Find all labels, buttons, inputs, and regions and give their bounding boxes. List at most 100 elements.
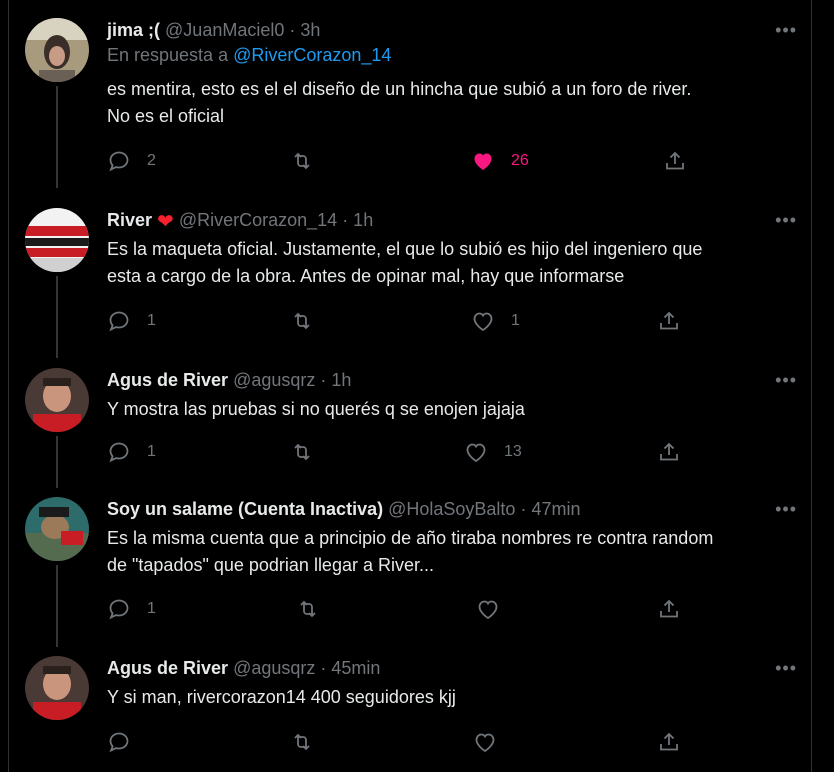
thread-line [56,565,58,647]
tweet-text: Y si man, rivercorazon14 400 seguidores … [107,684,787,711]
timestamp[interactable]: · 1h [342,210,373,230]
like-button[interactable]: 1 [471,309,520,333]
tweet-header: Agus de River @agusqrz · 45min [107,656,380,680]
tweet-header: River ❤ @RiverCorazon_14 · 1h [107,208,373,233]
share-button[interactable] [663,149,687,173]
more-dots-icon[interactable]: ••• [775,499,797,520]
like-button[interactable]: 13 [464,440,522,464]
reply-icon [109,151,129,172]
like-button[interactable] [473,730,513,754]
tweet-actions: 1 [107,597,687,621]
share-button[interactable] [657,597,681,621]
tweet-text: Y mostra las pruebas si no querés q se e… [107,396,787,423]
heart-emoji-icon: ❤ [157,211,174,233]
share-button[interactable] [657,440,681,464]
thread-line [56,86,58,188]
thread-line [56,276,58,358]
timestamp[interactable]: · 3h [289,20,320,40]
tweet-text-line: es mentira, esto es el el diseño de un h… [107,79,692,99]
display-name[interactable]: Soy un salame (Cuenta Inactiva) [107,499,383,519]
avatar[interactable] [25,18,89,82]
heart-icon [478,600,498,620]
tweet-text-line: Es la misma cuenta que a principio de añ… [107,528,714,548]
avatar[interactable] [25,656,89,720]
tweet[interactable]: jima ;( @JuanMaciel0 · 3h ••• En respues… [9,18,811,188]
share-icon [660,599,678,618]
username[interactable]: @HolaSoyBalto [388,499,515,519]
retweet-button[interactable] [290,309,330,333]
more-dots-icon[interactable]: ••• [775,20,797,41]
like-count: 13 [504,443,522,460]
tweet-actions [107,730,687,754]
share-icon [660,442,678,461]
share-icon [660,732,678,751]
retweet-button[interactable] [296,597,336,621]
reply-button[interactable] [107,730,147,754]
retweet-button[interactable] [290,440,330,464]
share-icon [666,151,684,170]
tweet-header: jima ;( @JuanMaciel0 · 3h [107,18,320,42]
tweet-actions: 2 26 [107,149,687,173]
reply-button[interactable]: 1 [107,597,156,621]
username[interactable]: @agusqrz [233,658,315,678]
tweet-actions: 1 1 [107,309,687,333]
like-button[interactable] [476,597,516,621]
more-dots-icon[interactable]: ••• [775,370,797,391]
avatar[interactable] [25,368,89,432]
heart-icon [474,153,492,170]
tweet-text-line: Y si man, rivercorazon14 400 seguidores … [107,687,456,707]
tweet-text-line: Y mostra las pruebas si no querés q se e… [107,399,525,419]
retweet-button[interactable] [290,730,330,754]
reply-icon [109,311,129,332]
tweet-text-line: de "tapados" que podrian llegar a River.… [107,555,434,575]
username[interactable]: @JuanMaciel0 [165,20,284,40]
reply-button[interactable]: 1 [107,309,156,333]
more-dots-icon[interactable]: ••• [775,210,797,231]
display-name[interactable]: jima ;( [107,20,160,40]
reply-button[interactable]: 2 [107,149,156,173]
like-count: 26 [511,152,529,169]
tweet[interactable]: River ❤ @RiverCorazon_14 · 1h ••• Es la … [9,208,811,358]
tweet-text-line: No es el oficial [107,106,225,126]
retweet-icon [294,312,310,330]
tweet[interactable]: Soy un salame (Cuenta Inactiva) @HolaSoy… [9,497,811,647]
tweet-actions: 1 13 [107,440,687,464]
tweet-text-line: Es la maqueta oficial. Justamente, el qu… [107,239,703,259]
reply-handle-link[interactable]: @RiverCorazon_14 [233,45,391,65]
like-count: 1 [511,312,520,329]
avatar[interactable] [25,497,89,561]
reply-count: 1 [147,600,156,617]
timestamp[interactable]: · 1h [320,370,351,390]
display-name[interactable]: River [107,210,152,230]
retweet-button[interactable] [290,149,330,173]
retweet-icon [294,443,310,461]
tweet[interactable]: Agus de River @agusqrz · 45min ••• Y si … [9,656,811,772]
tweet-header: Agus de River @agusqrz · 1h [107,368,351,392]
avatar[interactable] [25,208,89,272]
retweet-icon [300,600,316,618]
more-dots-icon[interactable]: ••• [775,658,797,679]
share-icon [660,311,678,330]
reply-icon [109,599,129,620]
share-button[interactable] [657,309,681,333]
tweet-text: es mentira, esto es el el diseño de un h… [107,76,787,130]
reply-button[interactable]: 1 [107,440,156,464]
conversation-timeline: jima ;( @JuanMaciel0 · 3h ••• En respues… [8,0,812,772]
heart-icon [466,443,486,463]
share-button[interactable] [657,730,681,754]
reply-count: 1 [147,312,156,329]
retweet-icon [294,152,310,170]
username[interactable]: @RiverCorazon_14 [179,210,337,230]
retweet-icon [294,733,310,751]
username[interactable]: @agusqrz [233,370,315,390]
timestamp[interactable]: · 45min [320,658,380,678]
tweet-text: Es la misma cuenta que a principio de añ… [107,525,787,579]
reply-count: 1 [147,443,156,460]
heart-icon [473,312,493,332]
like-button[interactable]: 26 [471,149,529,173]
tweet-header: Soy un salame (Cuenta Inactiva) @HolaSoy… [107,497,581,521]
timestamp[interactable]: · 47min [520,499,580,519]
display-name[interactable]: Agus de River [107,658,228,678]
display-name[interactable]: Agus de River [107,370,228,390]
tweet[interactable]: Agus de River @agusqrz · 1h ••• Y mostra… [9,368,811,488]
